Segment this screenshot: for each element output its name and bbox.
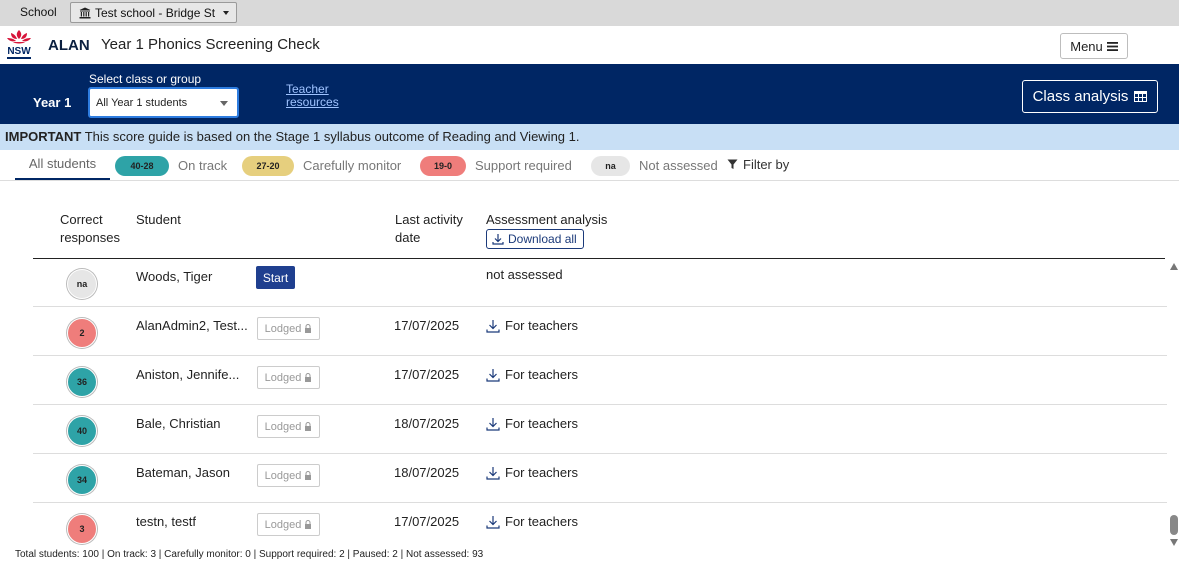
score-badge: 34 xyxy=(67,465,97,495)
last-activity-date: 18/07/2025 xyxy=(394,416,460,431)
score-badge: 36 xyxy=(67,367,97,397)
lock-icon xyxy=(305,471,312,480)
student-name: Bale, Christian xyxy=(136,416,221,431)
school-building-icon xyxy=(79,7,91,18)
download-icon xyxy=(486,515,500,529)
lodged-status-button: Lodged xyxy=(257,366,320,389)
download-icon xyxy=(492,234,504,245)
school-bar: School Test school - Bridge St xyxy=(0,0,1179,26)
score-badge: na xyxy=(67,269,97,299)
scrollbar-thumb[interactable] xyxy=(1170,515,1178,535)
school-select[interactable]: Test school - Bridge St xyxy=(70,2,237,23)
lodged-status-button: Lodged xyxy=(257,317,320,340)
download-icon xyxy=(486,319,500,333)
download-icon xyxy=(486,466,500,480)
chevron-down-icon xyxy=(220,101,228,106)
table-row: 2 AlanAdmin2, Test... Lodged 17/07/2025 … xyxy=(33,307,1167,356)
svg-text:NSW: NSW xyxy=(7,46,31,57)
score-badge: 40 xyxy=(67,416,97,446)
last-activity-date: 18/07/2025 xyxy=(394,465,460,480)
table-row: na Woods, Tiger Start not assessed xyxy=(33,258,1167,307)
last-activity-date: 17/07/2025 xyxy=(394,318,460,333)
for-teachers-download-link[interactable]: For teachers xyxy=(486,367,578,382)
tab-all-students[interactable]: All students xyxy=(15,150,110,180)
carefully-monitor-label[interactable]: Carefully monitor xyxy=(303,158,401,173)
student-name: Aniston, Jennife... xyxy=(136,367,240,382)
download-all-label: Download all xyxy=(508,232,577,246)
for-teachers-download-link[interactable]: For teachers xyxy=(486,318,578,333)
lock-icon xyxy=(305,422,312,431)
class-analysis-button[interactable]: Class analysis xyxy=(1022,80,1158,113)
not-assessed-label[interactable]: Not assessed xyxy=(639,158,718,173)
score-badge: 2 xyxy=(67,318,97,348)
teacher-resources-link[interactable]: Teacher resources xyxy=(286,83,339,109)
lock-icon xyxy=(305,373,312,382)
last-activity-date: 17/07/2025 xyxy=(394,367,460,382)
class-analysis-label: Class analysis xyxy=(1032,88,1129,105)
student-name: AlanAdmin2, Test... xyxy=(136,318,248,333)
class-select-label: Select class or group xyxy=(89,72,202,86)
lock-icon xyxy=(305,520,312,529)
important-banner: IMPORTANT This score guide is based on t… xyxy=(0,124,1179,150)
column-header-last-activity-date[interactable]: Last activity date xyxy=(395,211,463,247)
table-row: 34 Bateman, Jason Lodged 18/07/2025 For … xyxy=(33,454,1167,503)
school-label: School xyxy=(20,5,57,19)
menu-button-label: Menu xyxy=(1070,38,1103,54)
table-icon xyxy=(1134,91,1148,102)
filter-bar: All students 40-28 On track 27-20 Carefu… xyxy=(0,150,1179,181)
not-assessed-badge[interactable]: na xyxy=(591,156,630,176)
lodged-status-button: Lodged xyxy=(257,415,320,438)
chevron-down-icon xyxy=(223,10,230,15)
lodged-status-button: Lodged xyxy=(257,513,320,536)
important-label: IMPORTANT xyxy=(5,129,82,144)
support-required-label[interactable]: Support required xyxy=(475,158,572,173)
last-activity-date: 17/07/2025 xyxy=(394,514,460,529)
page-title: Year 1 Phonics Screening Check xyxy=(101,36,320,53)
filter-by-button[interactable]: Filter by xyxy=(727,157,789,172)
download-icon xyxy=(486,417,500,431)
school-select-value: Test school - Bridge St xyxy=(95,5,216,20)
important-text: This score guide is based on the Stage 1… xyxy=(81,129,580,144)
for-teachers-download-link[interactable]: For teachers xyxy=(486,416,578,431)
scroll-down-arrow[interactable] xyxy=(1170,539,1178,546)
table-row: 3 testn, testf Lodged 17/07/2025 For tea… xyxy=(33,503,1167,547)
table-row: 36 Aniston, Jennife... Lodged 17/07/2025… xyxy=(33,356,1167,405)
lodged-status-button: Lodged xyxy=(257,464,320,487)
start-button[interactable]: Start xyxy=(256,266,295,289)
class-group-select-value: All Year 1 students xyxy=(96,96,188,109)
download-all-button[interactable]: Download all xyxy=(486,229,584,249)
on-track-label[interactable]: On track xyxy=(178,158,227,173)
hamburger-icon xyxy=(1106,41,1118,51)
nsw-government-logo: NSW xyxy=(7,30,31,59)
student-summary-footer: Total students: 100 | On track: 3 | Care… xyxy=(15,549,484,560)
on-track-badge[interactable]: 40-28 xyxy=(115,156,169,176)
year-label: Year 1 xyxy=(33,95,72,110)
student-name: Bateman, Jason xyxy=(136,465,230,480)
support-required-badge[interactable]: 19-0 xyxy=(420,156,466,176)
class-group-select[interactable]: All Year 1 students xyxy=(88,87,239,118)
brand-name: ALAN xyxy=(48,37,90,54)
analysis-status: not assessed xyxy=(486,267,563,282)
download-icon xyxy=(486,368,500,382)
column-header-assessment-analysis: Assessment analysis xyxy=(486,212,608,227)
score-badge: 3 xyxy=(67,514,97,544)
student-name: testn, testf xyxy=(136,514,196,529)
table-row: 40 Bale, Christian Lodged 18/07/2025 For… xyxy=(33,405,1167,454)
app-header: NSW ALAN Year 1 Phonics Screening Check … xyxy=(0,26,1179,64)
for-teachers-download-link[interactable]: For teachers xyxy=(486,465,578,480)
column-header-correct-responses[interactable]: Correct responses xyxy=(60,211,120,247)
filter-funnel-icon xyxy=(727,159,738,169)
scroll-up-arrow[interactable] xyxy=(1170,263,1178,270)
student-name: Woods, Tiger xyxy=(136,269,213,284)
carefully-monitor-badge[interactable]: 27-20 xyxy=(242,156,294,176)
column-header-student[interactable]: Student xyxy=(136,211,181,229)
class-selector-bar: Year 1 Select class or group All Year 1 … xyxy=(0,64,1179,124)
for-teachers-download-link[interactable]: For teachers xyxy=(486,514,578,529)
menu-button[interactable]: Menu xyxy=(1060,33,1128,59)
lock-icon xyxy=(305,324,312,333)
filter-by-label: Filter by xyxy=(743,157,790,172)
